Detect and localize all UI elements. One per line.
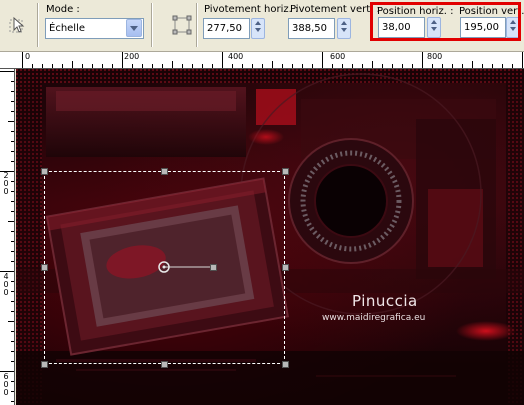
watermark-title: Pinuccia xyxy=(352,292,418,310)
position-highlight-frame xyxy=(370,2,521,41)
pivot-vert-label: Pivotement vert. : xyxy=(290,4,380,15)
mode-label: Mode : xyxy=(46,4,80,15)
resize-handle-bottom-center[interactable] xyxy=(161,361,168,368)
resize-handle-middle-right[interactable] xyxy=(282,264,289,271)
rotation-handle[interactable] xyxy=(210,264,217,271)
image-canvas[interactable]: Pinuccia www.maidiregrafica.eu xyxy=(16,69,524,405)
resize-handle-middle-left[interactable] xyxy=(41,264,48,271)
mode-value: Échelle xyxy=(49,23,86,34)
ruler-h-label: 0 xyxy=(25,52,31,61)
ruler-v-label: 400 xyxy=(3,272,9,297)
resize-handle-bottom-left[interactable] xyxy=(41,361,48,368)
pivot-horiz-input[interactable]: 277,50 xyxy=(203,18,250,39)
pivot-horiz-label: Pivotement horiz. : xyxy=(204,4,299,15)
pivot-point-icon[interactable] xyxy=(171,14,193,36)
toolbar-separator xyxy=(37,3,39,47)
resize-handle-top-center[interactable] xyxy=(161,168,168,175)
pick-tool-icon[interactable] xyxy=(6,14,28,36)
toolbar-separator xyxy=(196,3,198,47)
horizontal-ruler: 0 200 400 600 800 xyxy=(0,52,524,69)
pivot-vert-spinner[interactable] xyxy=(337,18,351,39)
resize-handle-top-left[interactable] xyxy=(41,168,48,175)
resize-handle-top-right[interactable] xyxy=(282,168,289,175)
pivot-vert-input[interactable]: 388,50 xyxy=(288,18,335,39)
tool-options-bar: Mode : Échelle Pivotement horiz. : 277,5… xyxy=(0,0,524,52)
chevron-down-icon xyxy=(130,26,138,31)
pivot-horiz-spinner[interactable] xyxy=(251,18,265,39)
ruler-v-label: 200 xyxy=(3,171,9,196)
watermark-url: www.maidiregrafica.eu xyxy=(322,313,426,323)
ruler-h-label: 600 xyxy=(330,52,346,61)
ruler-h-label: 400 xyxy=(228,52,244,61)
ruler-h-label: 200 xyxy=(124,52,140,61)
rotation-pivot[interactable] xyxy=(154,257,234,277)
vertical-ruler: 200 400 600 xyxy=(0,69,15,405)
toolbar-separator xyxy=(151,3,153,47)
ruler-v-label: 600 xyxy=(3,372,9,397)
mode-dropdown-button[interactable] xyxy=(126,19,142,37)
resize-handle-bottom-right[interactable] xyxy=(282,361,289,368)
ruler-h-label: 800 xyxy=(427,52,443,61)
